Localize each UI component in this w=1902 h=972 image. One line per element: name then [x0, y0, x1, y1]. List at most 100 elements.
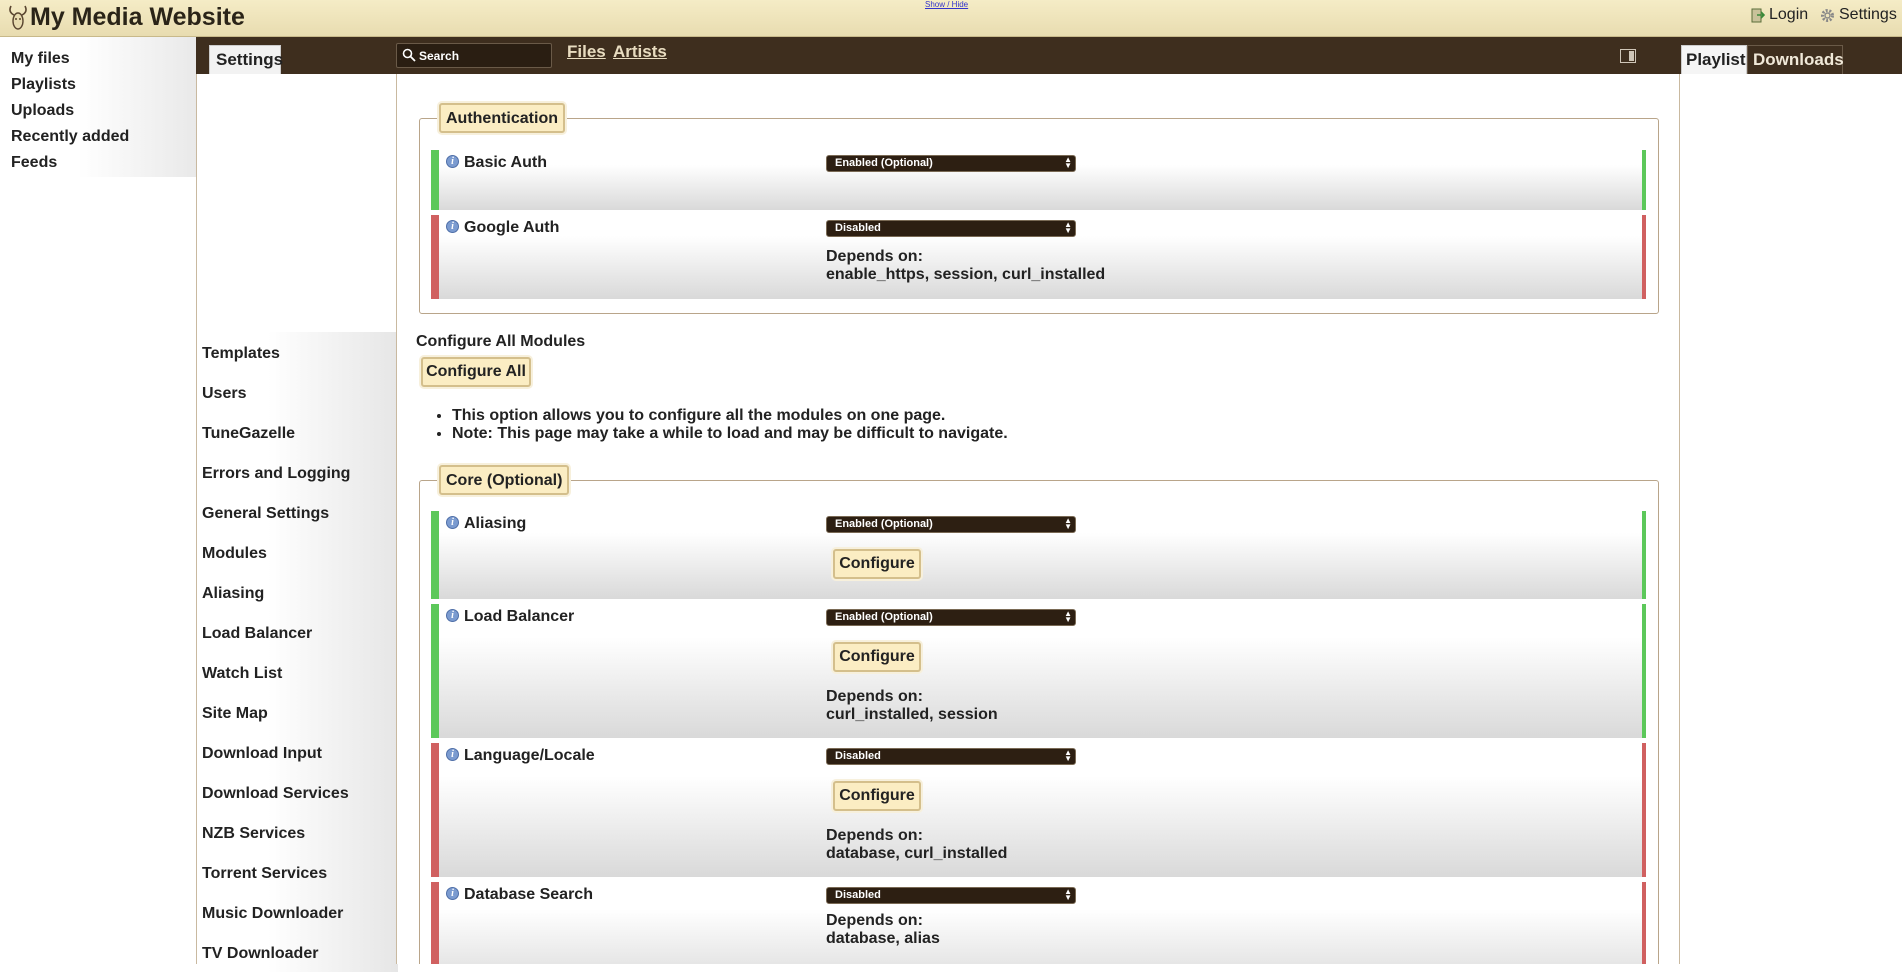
playlist-panel — [1680, 74, 1902, 964]
depends-list: database, alias — [826, 930, 940, 947]
module-row-load-balancer: i Load Balancer Enabled (Optional) ▲ ▼ Con… — [431, 604, 1646, 738]
tab-playlist[interactable]: Playlist — [1681, 45, 1747, 74]
module-row-database-search: i Database Search Disabled ▲ ▼ Depends on:… — [431, 882, 1646, 964]
search-box[interactable] — [396, 43, 552, 68]
configure-all-button[interactable]: Configure All — [421, 357, 531, 387]
settings-item-download-input[interactable]: Download Input — [197, 732, 398, 772]
settings-item-torrent-services[interactable]: Torrent Services — [197, 852, 398, 892]
module-status-select[interactable]: Enabled (Optional) ▲ ▼ — [826, 609, 1076, 626]
select-arrows-icon: ▲ ▼ — [1064, 609, 1072, 624]
settings-menu: Templates Users TuneGazelle Errors and L… — [196, 74, 398, 972]
nav-feeds[interactable]: Feeds — [11, 154, 57, 172]
core-fieldset: Core (Optional) i Aliasing Enabled (Opti… — [419, 465, 1659, 964]
settings-item-users[interactable]: Users — [197, 372, 398, 412]
settings-item-aliasing[interactable]: Aliasing — [197, 572, 398, 612]
select-value: Enabled (Optional) — [835, 157, 933, 169]
module-name: Load Balancer — [464, 608, 575, 625]
module-status-select[interactable]: Disabled ▲ ▼ — [826, 220, 1076, 237]
configure-all-title: Configure All Modules — [416, 333, 586, 350]
antelope-logo-icon[interactable] — [6, 4, 30, 32]
status-bar — [431, 150, 439, 210]
select-value: Disabled — [835, 889, 881, 901]
left-navigation: My files Playlists Uploads Recently adde… — [0, 37, 196, 964]
info-icon[interactable]: i — [446, 748, 459, 761]
artists-link[interactable]: Artists — [613, 42, 667, 62]
settings-item-watch-list[interactable]: Watch List — [197, 652, 398, 692]
module-name: Aliasing — [464, 515, 527, 532]
files-link[interactable]: Files — [567, 42, 606, 62]
settings-item-errors-logging[interactable]: Errors and Logging — [197, 452, 398, 492]
settings-item-templates[interactable]: Templates — [197, 332, 398, 372]
select-arrows-icon: ▲ ▼ — [1064, 220, 1072, 235]
depends-label: Depends on: — [826, 912, 923, 929]
module-status-select[interactable]: Disabled ▲ ▼ — [826, 887, 1076, 904]
depends-label: Depends on: — [826, 827, 923, 844]
module-row-basic-auth: i Basic Auth Enabled (Optional) ▲ ▼ — [431, 150, 1646, 210]
note-item: Note: This page may take a while to load… — [452, 425, 1008, 443]
module-status-select[interactable]: Enabled (Optional) ▲ ▼ — [826, 155, 1076, 172]
settings-link[interactable]: Settings — [1820, 6, 1897, 24]
note-item: This option allows you to configure all … — [452, 407, 1008, 425]
nav-recently-added[interactable]: Recently added — [11, 128, 129, 146]
module-status-select[interactable]: Enabled (Optional) ▲ ▼ — [826, 516, 1076, 533]
depends-list: database, curl_installed — [826, 845, 1008, 862]
status-bar — [1642, 882, 1646, 964]
main-content: Authentication i Basic Auth Enabled (Opt… — [396, 74, 1680, 964]
info-icon[interactable]: i — [446, 220, 459, 233]
info-icon[interactable]: i — [446, 516, 459, 529]
status-bar — [431, 215, 439, 299]
depends-label: Depends on: — [826, 688, 923, 705]
settings-item-download-services[interactable]: Download Services — [197, 772, 398, 812]
gear-icon — [1821, 8, 1834, 22]
settings-item-music-downloader[interactable]: Music Downloader — [197, 892, 398, 932]
settings-item-modules[interactable]: Modules — [197, 532, 398, 572]
configure-button[interactable]: Configure — [833, 781, 921, 811]
tab-downloads[interactable]: Downloads — [1747, 45, 1844, 74]
info-icon[interactable]: i — [446, 887, 459, 900]
status-bar — [431, 743, 439, 877]
info-icon[interactable]: i — [446, 155, 459, 168]
module-name: Google Auth — [464, 219, 560, 236]
configure-button[interactable]: Configure — [833, 549, 921, 579]
login-label: Login — [1769, 6, 1809, 23]
panel-toggle-icon[interactable] — [1620, 49, 1636, 63]
settings-item-site-map[interactable]: Site Map — [197, 692, 398, 732]
select-value: Enabled (Optional) — [835, 611, 933, 623]
depends-list: enable_https, session, curl_installed — [826, 266, 1106, 283]
select-value: Disabled — [835, 222, 881, 234]
module-name: Database Search — [464, 886, 593, 903]
settings-item-tunegazelle[interactable]: TuneGazelle — [197, 412, 398, 452]
module-status-select[interactable]: Disabled ▲ ▼ — [826, 748, 1076, 765]
show-hide-link[interactable]: Show / Hide — [925, 0, 968, 9]
select-arrows-icon: ▲ ▼ — [1064, 516, 1072, 531]
settings-item-general[interactable]: General Settings — [197, 492, 398, 532]
authentication-legend: Authentication — [439, 103, 565, 133]
search-input[interactable] — [419, 46, 549, 66]
configure-all-notes: This option allows you to configure all … — [452, 407, 1008, 443]
status-bar — [431, 511, 439, 599]
module-dependencies: Depends on: database, curl_installed — [826, 827, 1007, 863]
select-value: Enabled (Optional) — [835, 518, 933, 530]
configure-button[interactable]: Configure — [833, 642, 921, 672]
settings-item-load-balancer[interactable]: Load Balancer — [197, 612, 398, 652]
status-bar — [1642, 743, 1646, 877]
settings-item-tv-downloader[interactable]: TV Downloader — [197, 932, 398, 972]
depends-list: curl_installed, session — [826, 706, 998, 723]
status-bar — [431, 882, 439, 964]
info-icon[interactable]: i — [446, 609, 459, 622]
settings-label: Settings — [1839, 6, 1897, 23]
select-arrows-icon: ▲ ▼ — [1064, 887, 1072, 902]
tab-settings[interactable]: Settings — [209, 45, 283, 74]
nav-my-files[interactable]: My files — [11, 50, 70, 68]
nav-uploads[interactable]: Uploads — [11, 102, 74, 120]
login-link[interactable]: Login — [1750, 6, 1808, 24]
status-bar — [1642, 150, 1646, 210]
select-arrows-icon: ▲ ▼ — [1064, 155, 1072, 170]
settings-item-nzb-services[interactable]: NZB Services — [197, 812, 398, 852]
module-row-google-auth: i Google Auth Disabled ▲ ▼ Depends on: ena… — [431, 215, 1646, 299]
status-bar — [1642, 604, 1646, 738]
status-bar — [1642, 511, 1646, 599]
select-arrows-icon: ▲ ▼ — [1064, 748, 1072, 763]
nav-playlists[interactable]: Playlists — [11, 76, 76, 94]
site-title[interactable]: My Media Website — [30, 3, 245, 32]
